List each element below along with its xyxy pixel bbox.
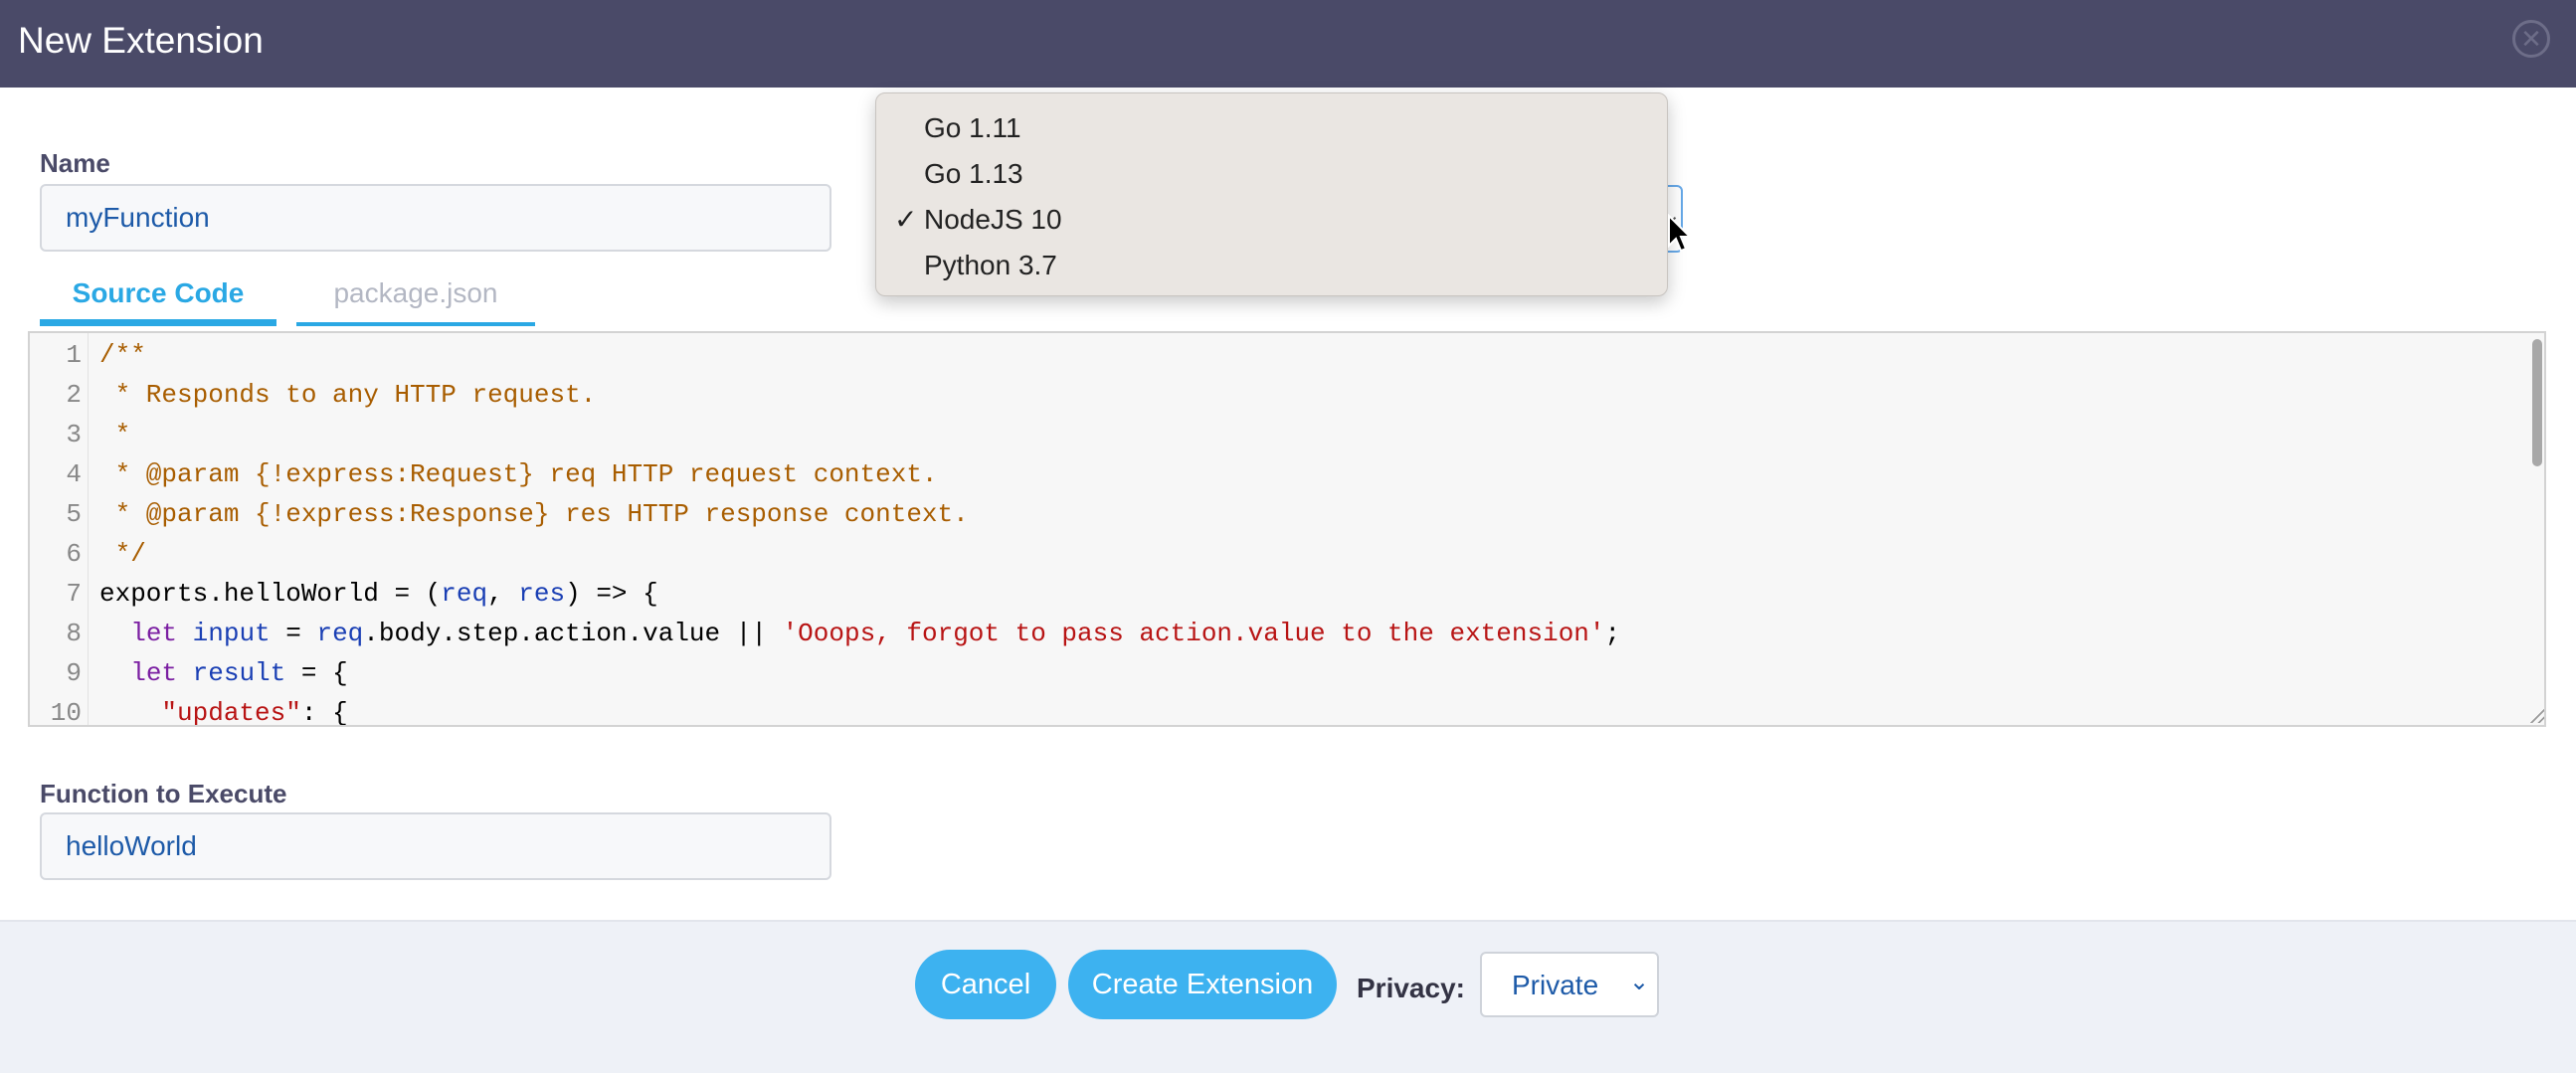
runtime-option-go-1-11[interactable]: Go 1.11 [876, 105, 1667, 151]
create-extension-button[interactable]: Create Extension [1068, 950, 1337, 1019]
dialog-title: New Extension [18, 20, 264, 61]
editor-scrollbar[interactable] [2530, 335, 2544, 725]
dialog-header: New Extension ✕ [0, 0, 2576, 88]
line-code: * @param {!express:Request} req HTTP req… [99, 459, 938, 489]
chevron-down-icon: ⌄ [1629, 969, 1650, 995]
name-label: Name [40, 148, 110, 178]
check-icon: ✓ [894, 204, 918, 235]
name-input-value: myFunction [66, 202, 210, 233]
close-icon[interactable]: ✕ [2512, 20, 2550, 58]
line-number: 4 [66, 459, 82, 489]
privacy-select[interactable]: Private ⌄ [1480, 952, 1659, 1017]
line-number: 3 [66, 420, 82, 449]
line-code: * @param {!express:Response} res HTTP re… [99, 499, 969, 529]
line-number: 8 [66, 619, 82, 648]
line-number: 5 [66, 499, 82, 529]
function-input[interactable]: helloWorld [40, 812, 831, 880]
tab-source-code[interactable]: Source Code [40, 267, 276, 326]
line-code: exports.helloWorld = (req, res) => { [99, 579, 658, 609]
privacy-label: Privacy: [1357, 973, 1465, 1003]
resize-handle-icon[interactable] [2526, 703, 2544, 723]
runtime-option-nodejs-10[interactable]: ✓ NodeJS 10 [876, 197, 1667, 243]
mouse-cursor-icon [1668, 214, 1693, 253]
line-code: * Responds to any HTTP request. [99, 380, 597, 410]
privacy-select-value: Private [1512, 970, 1599, 1000]
code-editor[interactable]: 1 /** 2 * Responds to any HTTP request. 3 *… [28, 331, 2546, 727]
line-number: 7 [66, 579, 82, 609]
line-number: 2 [66, 380, 82, 410]
line-number: 1 [66, 340, 82, 370]
line-code: * [99, 420, 131, 449]
line-code: let input = req.body.step.action.value |… [130, 619, 1621, 648]
tab-package-json[interactable]: package.json [296, 267, 535, 326]
name-input[interactable]: myFunction [40, 184, 831, 252]
line-code: let result = { [130, 658, 348, 688]
line-code: */ [99, 539, 146, 569]
line-number: 9 [66, 658, 82, 688]
runtime-option-label: Go 1.11 [924, 112, 1021, 143]
line-number: 6 [66, 539, 82, 569]
scrollbar-thumb[interactable] [2532, 339, 2542, 466]
runtime-dropdown-menu: Go 1.11 Go 1.13 ✓ NodeJS 10 Python 3.7 [875, 92, 1668, 296]
cancel-button[interactable]: Cancel [915, 950, 1056, 1019]
function-input-value: helloWorld [66, 830, 197, 861]
runtime-option-label: Python 3.7 [924, 250, 1057, 280]
runtime-option-label: Go 1.13 [924, 158, 1023, 189]
runtime-option-label: NodeJS 10 [924, 204, 1062, 235]
function-label: Function to Execute [40, 779, 287, 808]
runtime-option-python-3-7[interactable]: Python 3.7 [876, 243, 1667, 288]
runtime-option-go-1-13[interactable]: Go 1.13 [876, 151, 1667, 197]
line-code: /** [99, 340, 146, 370]
line-code: "updates": { [161, 698, 348, 727]
line-number: 10 [50, 698, 82, 727]
